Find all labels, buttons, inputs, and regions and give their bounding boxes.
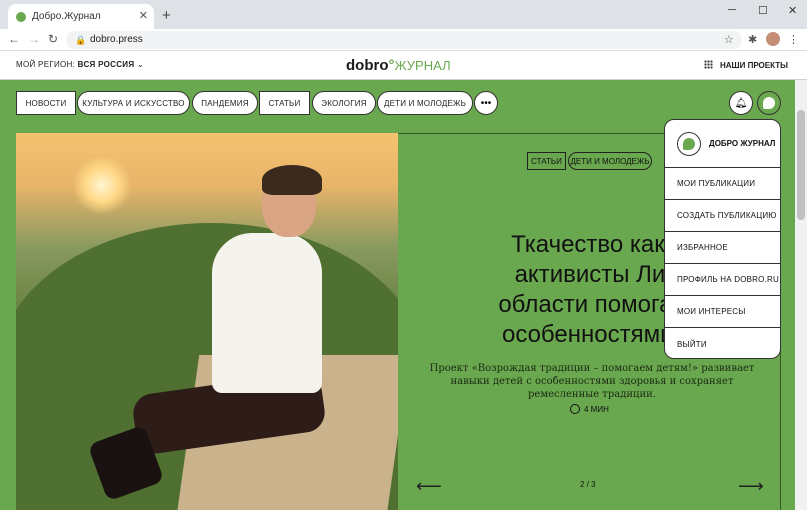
- notifications-button[interactable]: 🔔︎: [729, 91, 753, 115]
- profile-logo-icon: [677, 131, 701, 156]
- slide-pager: 2 / 3: [580, 480, 596, 489]
- prev-slide-arrow[interactable]: ⟵: [416, 476, 442, 497]
- window-maximize-button[interactable]: ☐: [758, 4, 768, 17]
- menu-profile-dobro[interactable]: ПРОФИЛЬ НА DOBRO.RU: [665, 264, 780, 296]
- region-selector[interactable]: МОЙ РЕГИОН: ВСЯ РОССИЯ ⌄: [16, 60, 144, 69]
- bookmark-star-icon[interactable]: ☆: [724, 33, 734, 46]
- category-culture[interactable]: КУЛЬТУРА И ИСКУССТВО: [77, 91, 190, 115]
- back-button[interactable]: ←: [8, 32, 20, 46]
- article-photo[interactable]: [16, 133, 398, 510]
- new-tab-button[interactable]: +: [162, 7, 171, 24]
- site-logo[interactable]: dobro°ЖУРНАЛ: [346, 57, 451, 74]
- window-close-button[interactable]: ✕: [788, 4, 797, 17]
- article-lead: Проект «Возрождая традиции – помогаем де…: [429, 363, 755, 400]
- logo-main: dobro: [346, 57, 389, 74]
- extensions-icon[interactable]: ✱: [748, 33, 757, 46]
- category-pandemic[interactable]: ПАНДЕМИЯ: [192, 91, 258, 115]
- read-time: 4 МИН: [570, 404, 609, 414]
- profile-icon: [763, 97, 775, 109]
- article-tag-kids[interactable]: ДЕТИ И МОЛОДЕЖЬ: [568, 152, 652, 170]
- grid-icon: [704, 60, 713, 69]
- bell-icon: 🔔︎: [734, 97, 748, 109]
- logo-sub: ЖУРНАЛ: [394, 58, 451, 73]
- reload-button[interactable]: ↻: [48, 32, 58, 46]
- url-text: dobro.press: [90, 34, 143, 45]
- url-field[interactable]: 🔒 dobro.press: [66, 31, 742, 49]
- forward-button[interactable]: →: [28, 32, 40, 46]
- address-bar-row: ← → ↻ 🔒 dobro.press ☆ ✱ ⋮: [0, 29, 807, 51]
- tab-title: Добро.Журнал: [32, 11, 101, 22]
- browser-tab[interactable]: Добро.Журнал ✕: [8, 4, 154, 29]
- site-header: МОЙ РЕГИОН: ВСЯ РОССИЯ ⌄ dobro°ЖУРНАЛ НА…: [0, 51, 807, 80]
- category-kids-youth[interactable]: ДЕТИ И МОЛОДЕЖЬ: [377, 91, 473, 115]
- window-minimize-button[interactable]: ─: [728, 4, 736, 16]
- region-value: ВСЯ РОССИЯ: [77, 60, 135, 69]
- menu-favorites[interactable]: ИЗБРАННОЕ: [665, 232, 780, 264]
- scrollbar-thumb[interactable]: [797, 110, 805, 220]
- browser-menu-icon[interactable]: ⋮: [788, 33, 799, 46]
- photo-hair: [262, 165, 322, 195]
- menu-my-interests[interactable]: МОИ ИНТЕРЕСЫ: [665, 296, 780, 328]
- region-label: МОЙ РЕГИОН:: [16, 60, 76, 69]
- chevron-down-icon: ⌄: [136, 60, 144, 69]
- profile-menu: ДОБРО ЖУРНАЛ МОИ ПУБЛИКАЦИИ СОЗДАТЬ ПУБЛ…: [664, 119, 781, 359]
- site-favicon-icon: [16, 11, 26, 22]
- profile-button[interactable]: [757, 91, 781, 115]
- category-articles[interactable]: СТАТЬИ: [259, 91, 310, 115]
- lock-icon: 🔒: [75, 35, 87, 45]
- tab-close-icon[interactable]: ✕: [139, 9, 148, 22]
- menu-logout[interactable]: ВЫЙТИ: [665, 328, 780, 358]
- menu-create-publication[interactable]: СОЗДАТЬ ПУБЛИКАЦИЮ: [665, 200, 780, 232]
- browser-tab-strip: Добро.Журнал ✕ + ─ ☐ ✕: [0, 0, 807, 29]
- clock-icon: [570, 404, 580, 414]
- next-slide-arrow[interactable]: ⟶: [738, 476, 764, 497]
- profile-name: ДОБРО ЖУРНАЛ: [709, 139, 776, 148]
- menu-my-publications[interactable]: МОИ ПУБЛИКАЦИИ: [665, 168, 780, 200]
- read-time-value: 4 МИН: [584, 404, 609, 414]
- browser-avatar[interactable]: [766, 32, 780, 46]
- more-categories-button[interactable]: •••: [474, 91, 498, 115]
- profile-menu-header: ДОБРО ЖУРНАЛ: [665, 120, 780, 168]
- article-tag-articles[interactable]: СТАТЬИ: [527, 152, 566, 170]
- photo-shirt: [212, 233, 322, 393]
- projects-link[interactable]: НАШИ ПРОЕКТЫ: [704, 60, 788, 70]
- projects-label: НАШИ ПРОЕКТЫ: [720, 61, 788, 70]
- category-ecology[interactable]: ЭКОЛОГИЯ: [312, 91, 376, 115]
- photo-sun: [72, 155, 132, 215]
- category-news[interactable]: НОВОСТИ: [16, 91, 76, 115]
